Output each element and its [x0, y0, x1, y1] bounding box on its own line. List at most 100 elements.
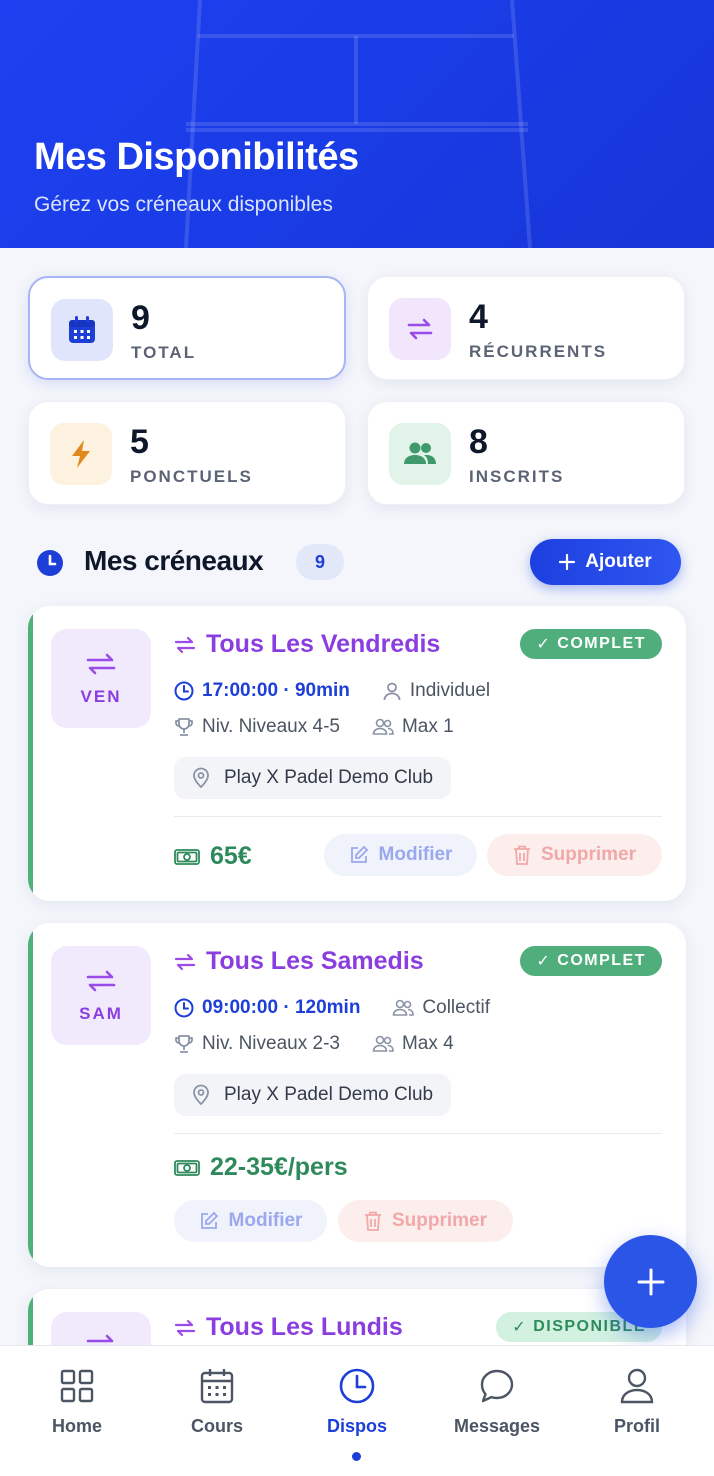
nav-item-messages[interactable]: Messages: [427, 1346, 567, 1476]
nav-label: Home: [51, 1416, 102, 1436]
repeat-icon: [86, 970, 116, 991]
nav-item-profil[interactable]: Profil: [567, 1346, 707, 1476]
divider: [174, 1133, 662, 1134]
nav-label: Profil: [613, 1416, 660, 1436]
users-icon: [372, 718, 394, 735]
add-slot-button[interactable]: Ajouter: [530, 539, 681, 585]
price-value: 22-35€/pers: [210, 1153, 348, 1181]
status-badge: ✓ COMPLET: [520, 946, 662, 976]
user-icon: [620, 1366, 654, 1406]
stat-value: 4: [469, 298, 488, 336]
edit-button[interactable]: Modifier: [324, 834, 477, 876]
check-icon: ✓: [536, 953, 552, 970]
location-pill: Play X Padel Demo Club: [174, 757, 452, 799]
nav-label: Cours: [190, 1416, 243, 1436]
add-slot-label: Ajouter: [585, 551, 652, 572]
page-header: Mes Disponibilités Gérez vos créneaux di…: [0, 0, 714, 248]
status-badge: ✓ COMPLET: [520, 629, 662, 659]
clock-icon: [174, 681, 194, 701]
stat-label: PONCTUELS: [130, 467, 253, 486]
plus-icon: [559, 554, 576, 570]
trash-icon: [364, 1211, 381, 1231]
slot-max: Max 1: [401, 716, 454, 737]
check-icon: ✓: [536, 636, 552, 653]
nav-item-home[interactable]: Home: [7, 1346, 147, 1476]
bolt-icon: [50, 423, 112, 485]
calendar-icon: [51, 299, 113, 361]
nav-item-cours[interactable]: Cours: [147, 1346, 287, 1476]
grid-icon: [59, 1366, 95, 1406]
edit-button[interactable]: Modifier: [174, 1200, 327, 1242]
day-box: VEN: [51, 629, 151, 728]
slot-time-row: 09:00:00 · 120min Collectif: [174, 997, 490, 1019]
trophy-icon: [175, 718, 193, 736]
section-count-badge: 9: [296, 544, 344, 580]
active-nav-indicator: [352, 1452, 361, 1461]
slot-max: Max 4: [401, 1033, 454, 1054]
repeat-icon: [174, 1319, 196, 1336]
check-icon: ✓: [512, 1319, 528, 1336]
price-row: 65€: [174, 842, 252, 871]
users-icon: [389, 423, 451, 485]
trophy-icon: [175, 1035, 193, 1053]
section-title: Mes créneaux: [84, 545, 264, 576]
page-subtitle: Gérez vos créneaux disponibles: [34, 193, 333, 216]
money-icon: [174, 848, 200, 865]
location-pill: Play X Padel Demo Club: [174, 1074, 452, 1116]
delete-button[interactable]: Supprimer: [338, 1200, 513, 1242]
slot-level: Niv. Niveaux 4-5: [202, 716, 340, 737]
clock-icon: [338, 1366, 376, 1406]
price-value: 65€: [210, 842, 252, 870]
edit-icon: [350, 845, 368, 863]
day-label: SAM: [79, 1003, 123, 1023]
stat-label: TOTAL: [131, 343, 197, 362]
slot-title: Tous Les Vendredis: [174, 630, 440, 659]
users-icon: [393, 999, 415, 1016]
chat-icon: [479, 1366, 515, 1406]
slot-level-row: Niv. Niveaux 2-3 Max 4: [174, 1033, 454, 1055]
stat-card-ponctuels[interactable]: 5 PONCTUELS: [28, 401, 346, 505]
floating-add-button[interactable]: [604, 1235, 697, 1328]
clock-icon: [36, 549, 64, 582]
stat-card-total[interactable]: 9 TOTAL: [28, 276, 346, 380]
location-name: Play X Padel Demo Club: [224, 1084, 434, 1105]
slot-card[interactable]: VEN Tous Les Vendredis ✓ COMPLET 17:00:0…: [28, 606, 686, 901]
repeat-icon: [174, 636, 196, 653]
user-icon: [383, 682, 401, 701]
trash-icon: [513, 845, 530, 865]
edit-icon: [200, 1211, 218, 1229]
status-bar: [28, 923, 33, 1267]
day-box: SAM: [51, 946, 151, 1045]
slot-title: Tous Les Lundis: [174, 1313, 403, 1342]
stat-label: INSCRITS: [469, 467, 565, 486]
repeat-icon: [389, 298, 451, 360]
slot-level-row: Niv. Niveaux 4-5 Max 1: [174, 716, 454, 738]
slot-type: Collectif: [422, 997, 490, 1018]
location-name: Play X Padel Demo Club: [224, 767, 434, 788]
status-bar: [28, 606, 33, 901]
repeat-icon: [86, 653, 116, 674]
clock-icon: [174, 998, 194, 1018]
slot-time-row: 17:00:00 · 90min Individuel: [174, 680, 490, 702]
stat-value: 9: [131, 299, 150, 337]
stat-card-inscrits[interactable]: 8 INSCRITS: [367, 401, 685, 505]
nav-label: Messages: [453, 1416, 541, 1436]
day-label: VEN: [80, 686, 122, 706]
users-icon: [372, 1035, 394, 1052]
delete-button[interactable]: Supprimer: [487, 834, 662, 876]
plus-icon: [637, 1268, 664, 1295]
stat-card-recurrents[interactable]: 4 RÉCURRENTS: [367, 276, 685, 380]
slot-time: 17:00:00 · 90min: [202, 680, 350, 701]
slot-type: Individuel: [409, 680, 491, 701]
calendar-icon: [199, 1366, 235, 1406]
stat-value: 5: [130, 423, 149, 461]
location-pin-icon: [193, 1084, 209, 1106]
money-icon: [174, 1159, 200, 1176]
stat-label: RÉCURRENTS: [469, 342, 608, 361]
divider: [174, 816, 662, 817]
slot-card[interactable]: SAM Tous Les Samedis ✓ COMPLET 09:00:00 …: [28, 923, 686, 1267]
slot-time: 09:00:00 · 120min: [202, 997, 361, 1018]
slot-level: Niv. Niveaux 2-3: [202, 1033, 340, 1054]
page-title: Mes Disponibilités: [34, 136, 359, 178]
price-row: 22-35€/pers: [174, 1153, 348, 1182]
